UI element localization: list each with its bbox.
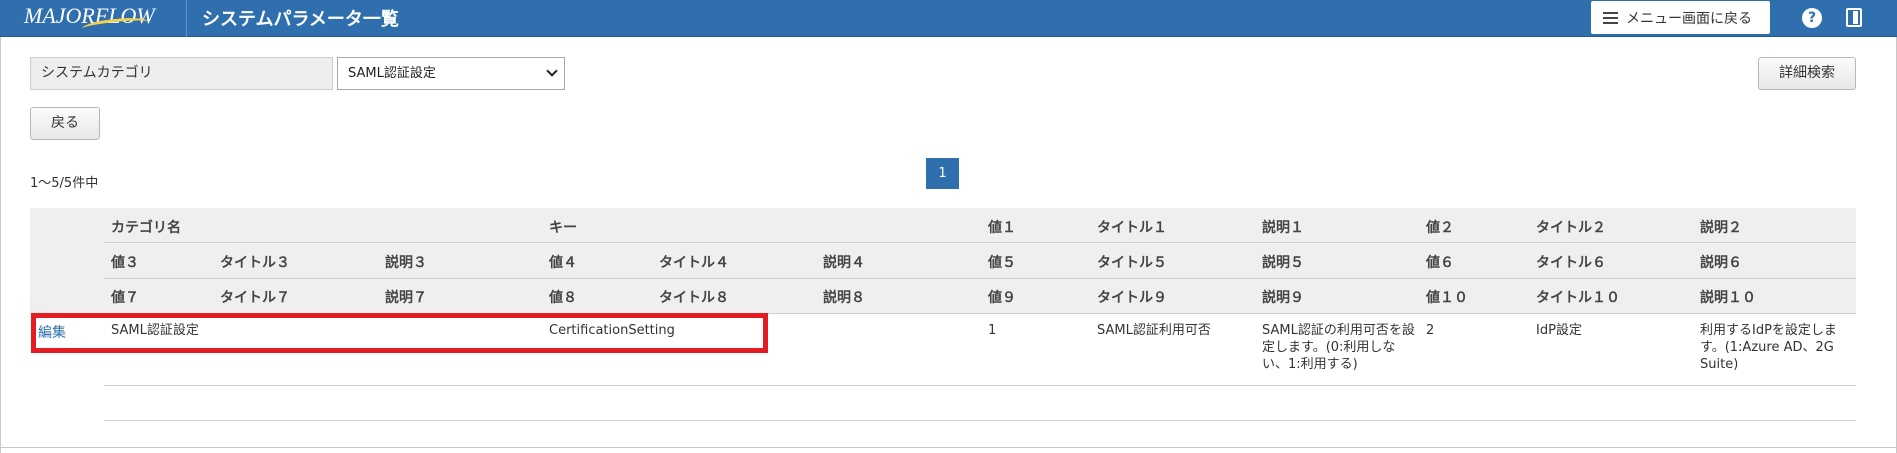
col-header[interactable]: 値５ (988, 252, 1016, 272)
help-icon[interactable]: ? (1802, 8, 1822, 28)
row-divider (104, 385, 1856, 386)
chevron-down-icon (546, 65, 558, 77)
col-header[interactable]: タイトル８ (659, 287, 729, 307)
col-header[interactable]: タイトル５ (1097, 252, 1167, 272)
frame-border-bottom (0, 447, 1897, 448)
col-header[interactable]: タイトル３ (220, 252, 290, 272)
detail-search-button[interactable]: 詳細検索 (1758, 57, 1856, 90)
col-header[interactable]: 値７ (111, 287, 139, 307)
pagination-page-1[interactable]: 1 (926, 158, 959, 189)
header-row-divider (104, 242, 1856, 243)
col-header[interactable]: 値８ (549, 287, 577, 307)
col-header[interactable]: 説明１０ (1700, 287, 1756, 307)
col-header[interactable]: 値３ (111, 252, 139, 272)
menu-return-label: メニュー画面に戻る (1626, 10, 1752, 27)
side-panel-icon[interactable] (1846, 8, 1862, 27)
cell-value1: 1 (988, 323, 997, 338)
col-header[interactable]: 説明２ (1700, 217, 1742, 237)
header-row-divider (104, 278, 1856, 279)
col-header[interactable]: キー (549, 217, 577, 237)
system-category-label: システムカテゴリ (30, 57, 333, 90)
col-header[interactable]: タイトル４ (659, 252, 729, 272)
page-title: システムパラメータ一覧 (202, 9, 399, 30)
menu-return-button[interactable]: メニュー画面に戻る (1591, 1, 1770, 34)
majorflow-logo[interactable]: MAJORFLOW (24, 3, 184, 35)
col-header[interactable]: 値２ (1426, 217, 1454, 237)
header-divider (186, 0, 187, 37)
col-header[interactable]: 説明９ (1262, 287, 1304, 307)
cell-desc2: 利用するIdPを設定します。(1:Azure AD、2G Suite) (1700, 323, 1837, 372)
col-header[interactable]: 説明８ (823, 287, 865, 307)
col-header[interactable]: 説明７ (385, 287, 427, 307)
col-header[interactable]: 説明５ (1262, 252, 1304, 272)
col-header[interactable]: カテゴリ名 (111, 217, 181, 237)
col-header[interactable]: 値６ (1426, 252, 1454, 272)
cell-value2: 2 (1426, 323, 1435, 338)
col-header[interactable]: タイトル２ (1536, 217, 1606, 237)
cell-desc1: SAML認証の利用可否を設定します。(0:利用しない、1:利用する) (1262, 323, 1415, 372)
row-divider (104, 420, 1856, 421)
app-header: MAJORFLOW システムパラメータ一覧 メニュー画面に戻る ? (0, 0, 1897, 37)
frame-border-left (0, 37, 1, 453)
col-header[interactable]: タイトル７ (220, 287, 290, 307)
cell-title2: IdP設定 (1536, 323, 1582, 338)
col-header[interactable]: 値１０ (1426, 287, 1468, 307)
col-header[interactable]: 値４ (549, 252, 577, 272)
col-header[interactable]: 説明６ (1700, 252, 1742, 272)
col-header[interactable]: 値９ (988, 287, 1016, 307)
col-header[interactable]: タイトル１ (1097, 217, 1167, 237)
col-header[interactable]: 説明４ (823, 252, 865, 272)
system-category-select[interactable]: SAML認証設定 (337, 57, 565, 90)
cell-title1: SAML認証利用可否 (1097, 323, 1211, 338)
col-header[interactable]: 説明３ (385, 252, 427, 272)
col-header[interactable]: 値１ (988, 217, 1016, 237)
back-button[interactable]: 戻る (30, 107, 100, 140)
col-header[interactable]: 説明１ (1262, 217, 1304, 237)
hamburger-icon (1603, 11, 1618, 24)
result-count: 1〜5/5件中 (30, 176, 99, 191)
col-header[interactable]: タイトル１０ (1536, 287, 1620, 307)
highlight-box (31, 313, 768, 353)
col-header[interactable]: タイトル６ (1536, 252, 1606, 272)
col-header[interactable]: タイトル９ (1097, 287, 1167, 307)
